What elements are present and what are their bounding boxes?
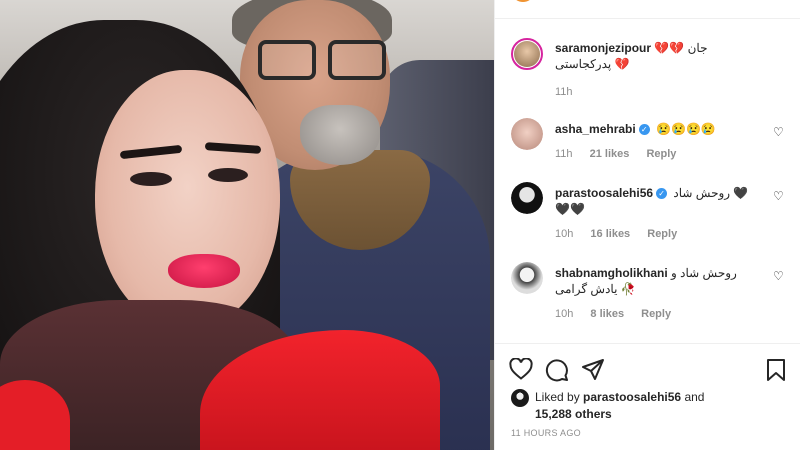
author-avatar[interactable] [511,38,543,70]
right-eye [208,168,248,182]
reply-button[interactable]: Reply [641,308,671,320]
share-icon[interactable] [581,358,607,382]
comment-text-block: parastoosalehi56 ✓ روحش شاد 🖤🖤🖤 [555,185,755,217]
woman-face [95,70,280,330]
lips [168,254,240,288]
post-side-panel: saramonjezipour 💔💔 جان پدرکجاستی 💔 11h a… [494,0,800,450]
likes-prefix: Liked by [535,390,580,404]
author-username[interactable]: saramonjezipour [555,41,651,55]
verified-badge-icon: ✓ [656,188,668,200]
post-photo[interactable] [0,0,494,450]
comment-likes[interactable]: 16 likes [590,228,630,240]
comment-item: asha_mehrabi ✓ 😢😢😢😢 11h 21 likes Reply ♡ [511,118,785,166]
heart-outline-icon[interactable]: ♡ [773,126,785,138]
post-caption: saramonjezipour 💔💔 جان پدرکجاستی 💔 11h [511,38,785,98]
comment-meta: 11h 21 likes Reply [555,148,690,160]
man-beard [300,105,380,165]
caption-time[interactable]: 11h [555,86,573,98]
commenter-username[interactable]: asha_mehrabi [555,122,636,136]
comment-time[interactable]: 10h [555,228,573,240]
caption-meta: 11h [555,86,587,98]
comment-text: 😢😢😢😢 [656,122,716,136]
eyeglasses [258,40,388,82]
comment-meta: 10h 8 likes Reply [555,308,685,320]
left-eye [130,172,172,186]
comment-text-block: asha_mehrabi ✓ 😢😢😢😢 [555,121,755,137]
header-divider [495,18,800,19]
comment-item: parastoosalehi56 ✓ روحش شاد 🖤🖤🖤 10h 16 li… [511,182,785,242]
verified-badge-icon: ✓ [638,124,650,136]
comment-text-block: shabnamgholikhani روحش شاد و یادش گرامی … [555,265,755,297]
reply-button[interactable]: Reply [646,148,676,160]
commenter-avatar[interactable] [511,118,543,150]
comment-likes[interactable]: 21 likes [590,148,630,160]
comment-time[interactable]: 10h [555,308,573,320]
comment-icon[interactable] [545,358,571,382]
commenter-avatar[interactable] [511,262,543,294]
commenter-username[interactable]: parastoosalehi56 [555,186,653,200]
liker-username[interactable]: parastoosalehi56 [583,390,681,404]
liker-avatar[interactable] [511,389,529,407]
header-avatar[interactable] [511,0,535,4]
likes-and: and [684,390,705,404]
commenter-avatar[interactable] [511,182,543,214]
heart-outline-icon[interactable]: ♡ [773,270,785,282]
likes-text: Liked by parastoosalehi56 and 15,288 oth… [535,389,755,423]
commenter-username[interactable]: shabnamgholikhani [555,266,668,280]
actions-divider [495,343,800,344]
caption-text-block: saramonjezipour 💔💔 جان پدرکجاستی 💔 [555,40,755,72]
heart-outline-icon[interactable]: ♡ [773,190,785,202]
post-timestamp[interactable]: 11 HOURS AGO [511,428,581,438]
comment-time[interactable]: 11h [555,148,573,160]
comment-item: shabnamgholikhani روحش شاد و یادش گرامی … [511,262,785,322]
heart-icon[interactable] [509,357,535,382]
likes-others-count[interactable]: 15,288 others [535,407,612,421]
comment-likes[interactable]: 8 likes [590,308,624,320]
reply-button[interactable]: Reply [647,228,677,240]
comment-meta: 10h 16 likes Reply [555,228,691,240]
bookmark-icon[interactable] [765,358,791,382]
